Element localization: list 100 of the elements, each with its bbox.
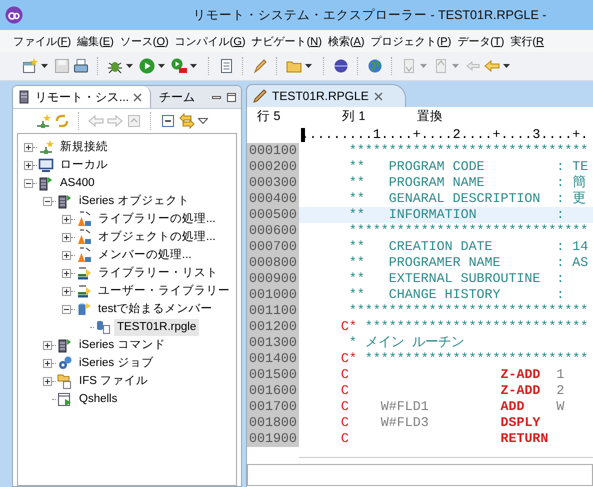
menu-item[interactable]: ナビゲート(N) bbox=[248, 32, 325, 50]
sphere-icon[interactable] bbox=[333, 58, 349, 74]
code-line: ** CREATION DATE : 14 bbox=[348, 239, 588, 255]
server-icon bbox=[57, 337, 73, 353]
caret-icon[interactable] bbox=[503, 64, 510, 68]
new-file-icon[interactable] bbox=[22, 58, 38, 74]
tree-item[interactable]: メンバーの処理... bbox=[95, 246, 195, 264]
line-number: 000200 bbox=[247, 159, 299, 175]
line-number: 000900 bbox=[247, 271, 299, 287]
run-icon[interactable] bbox=[139, 58, 155, 74]
expander-icon[interactable] bbox=[43, 376, 52, 386]
close-icon[interactable] bbox=[133, 92, 142, 102]
globe-icon[interactable] bbox=[367, 58, 383, 74]
menu-item[interactable]: ファイル(F) bbox=[10, 32, 74, 50]
expander-icon[interactable] bbox=[62, 286, 71, 296]
expander-icon[interactable] bbox=[62, 268, 71, 278]
caret-icon[interactable] bbox=[41, 64, 48, 68]
view-menu-icon[interactable] bbox=[198, 118, 208, 124]
cylinder-icon bbox=[76, 301, 92, 317]
code-line: * メイン ルーチン bbox=[348, 335, 464, 351]
menu-item[interactable]: データ(T) bbox=[454, 32, 508, 50]
menu-item[interactable]: 検索(A) bbox=[324, 32, 368, 50]
code-line: C RETURN bbox=[340, 431, 548, 447]
code-line: ** PROGRAM NAME : 簡 bbox=[348, 175, 586, 191]
tree-item[interactable]: TEST01R.rpgle bbox=[114, 318, 200, 336]
column-ruler: .........1....+....2....+....3....+. bbox=[301, 126, 588, 142]
pen-icon[interactable] bbox=[252, 58, 268, 74]
monitor-icon bbox=[38, 157, 54, 173]
expander-icon[interactable] bbox=[24, 142, 33, 152]
expander-icon[interactable] bbox=[62, 250, 71, 260]
code-line: ** EXTERNAL SUBROUTINE : bbox=[348, 271, 564, 287]
tree-item[interactable]: AS400 bbox=[57, 174, 98, 192]
code-line: ** PROGRAM CODE : TE bbox=[348, 159, 588, 175]
code-line: C Z-ADD 1 bbox=[340, 367, 564, 383]
menu-item[interactable]: コンパイル(G) bbox=[172, 32, 249, 50]
line-number: 000700 bbox=[247, 239, 299, 255]
tree-item[interactable]: Qshells bbox=[76, 390, 120, 408]
caret-icon[interactable] bbox=[126, 64, 133, 68]
expander-icon[interactable] bbox=[62, 232, 71, 242]
code-line: C Z-ADD 2 bbox=[340, 383, 564, 399]
line-number: 001500 bbox=[247, 367, 299, 383]
tree-item[interactable]: testで始まるメンバー bbox=[95, 300, 216, 318]
tree-item[interactable]: iSeries コマンド bbox=[76, 336, 168, 354]
menu-item[interactable]: ソース(O) bbox=[116, 32, 172, 50]
code-line: ****************************** bbox=[348, 143, 588, 159]
expander-icon[interactable] bbox=[24, 178, 33, 188]
server-icon bbox=[57, 193, 73, 209]
code-line: ****************************** bbox=[348, 223, 588, 239]
gears-icon bbox=[57, 355, 73, 371]
view-tab[interactable]: チーム bbox=[155, 86, 204, 108]
menu-item[interactable]: 実行(R bbox=[507, 32, 547, 50]
line-number: 000400 bbox=[247, 191, 299, 207]
document-icon[interactable] bbox=[218, 58, 234, 74]
tree-item[interactable]: オブジェクトの処理... bbox=[95, 228, 219, 246]
menu-item[interactable]: プロジェクト(P) bbox=[368, 32, 454, 50]
tree-item[interactable]: iSeries オブジェクト bbox=[76, 192, 192, 210]
expander-icon[interactable] bbox=[62, 304, 71, 314]
tree-item[interactable]: IFS ファイル bbox=[76, 372, 152, 390]
stack-icon bbox=[76, 283, 92, 299]
caret-icon[interactable] bbox=[190, 64, 197, 68]
code-line: C* **************************** bbox=[340, 319, 588, 335]
caret-icon[interactable] bbox=[305, 64, 312, 68]
window-icon bbox=[57, 391, 73, 407]
view-tab[interactable]: リモート・シス... bbox=[13, 86, 152, 108]
tree-item[interactable]: iSeries ジョブ bbox=[76, 354, 156, 372]
line-number: 001000 bbox=[247, 287, 299, 303]
expander-icon[interactable] bbox=[24, 160, 33, 170]
code-line: C W#FLD1 ADD W bbox=[340, 399, 564, 415]
line-number: 001900 bbox=[247, 431, 299, 447]
tree-item[interactable]: ローカル bbox=[57, 156, 111, 174]
expander-icon[interactable] bbox=[43, 358, 52, 368]
cone-icon bbox=[76, 229, 92, 245]
cone-icon bbox=[76, 211, 92, 227]
expander-icon[interactable] bbox=[62, 214, 71, 224]
expander-icon[interactable] bbox=[43, 196, 52, 206]
line-number: 001600 bbox=[247, 383, 299, 399]
line-number: 001300 bbox=[247, 335, 299, 351]
tree-item[interactable]: 新規接続 bbox=[57, 138, 111, 156]
server-icon bbox=[17, 90, 31, 104]
menu-item[interactable]: 編集(E) bbox=[74, 32, 117, 50]
window-title: リモート・システム・エクスプローラー - TEST01R.RPGLE - bbox=[193, 6, 546, 24]
collapse-all-icon[interactable] bbox=[160, 113, 176, 129]
status-text: 行 5 bbox=[257, 108, 282, 124]
tree-item[interactable]: ライブラリー・リスト bbox=[95, 264, 221, 282]
expander-icon[interactable] bbox=[43, 340, 52, 350]
line-number: 001800 bbox=[247, 415, 299, 431]
line-number: 001700 bbox=[247, 399, 299, 415]
code-line: ** PROGRAMER NAME : AS bbox=[348, 255, 588, 271]
network-node-icon[interactable] bbox=[35, 113, 51, 129]
close-icon[interactable] bbox=[374, 92, 383, 100]
status-text: 列 1 bbox=[342, 108, 366, 124]
tree-item[interactable]: ユーザー・ライブラリー bbox=[95, 282, 233, 300]
printer-icon[interactable] bbox=[73, 58, 89, 74]
maximize-icon[interactable] bbox=[226, 92, 237, 102]
code-line: ** INFORMATION : bbox=[348, 207, 564, 223]
file-icon bbox=[95, 319, 111, 335]
editor-tab[interactable]: TEST01R.RPGLE bbox=[246, 84, 406, 107]
tree-item[interactable]: ライブラリーの処理... bbox=[95, 210, 219, 228]
caret-icon[interactable] bbox=[158, 64, 165, 68]
line-number: 001400 bbox=[247, 351, 299, 367]
